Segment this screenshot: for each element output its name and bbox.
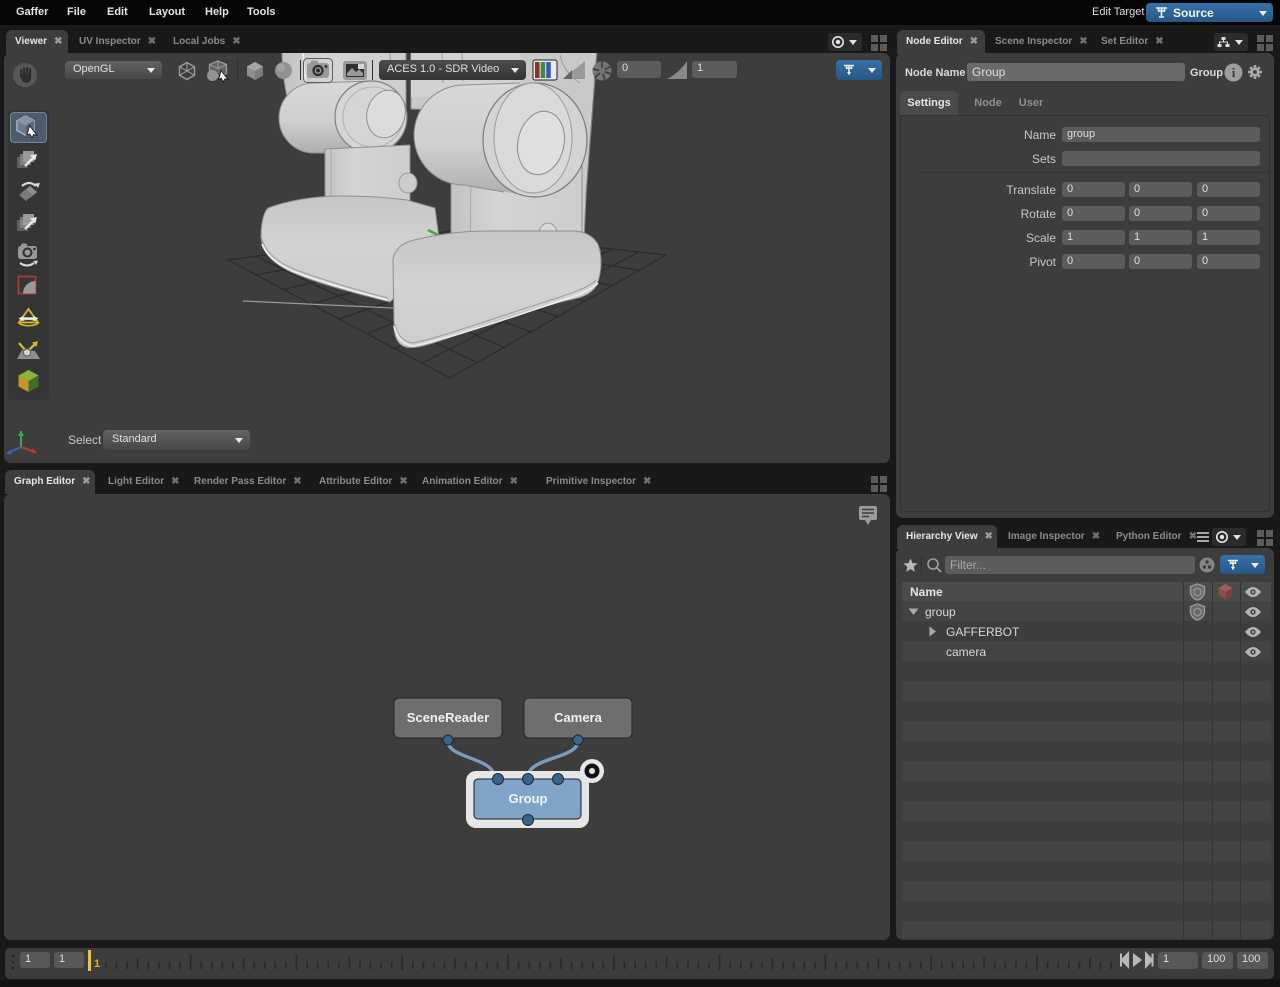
svg-text:1: 1: [94, 958, 100, 970]
